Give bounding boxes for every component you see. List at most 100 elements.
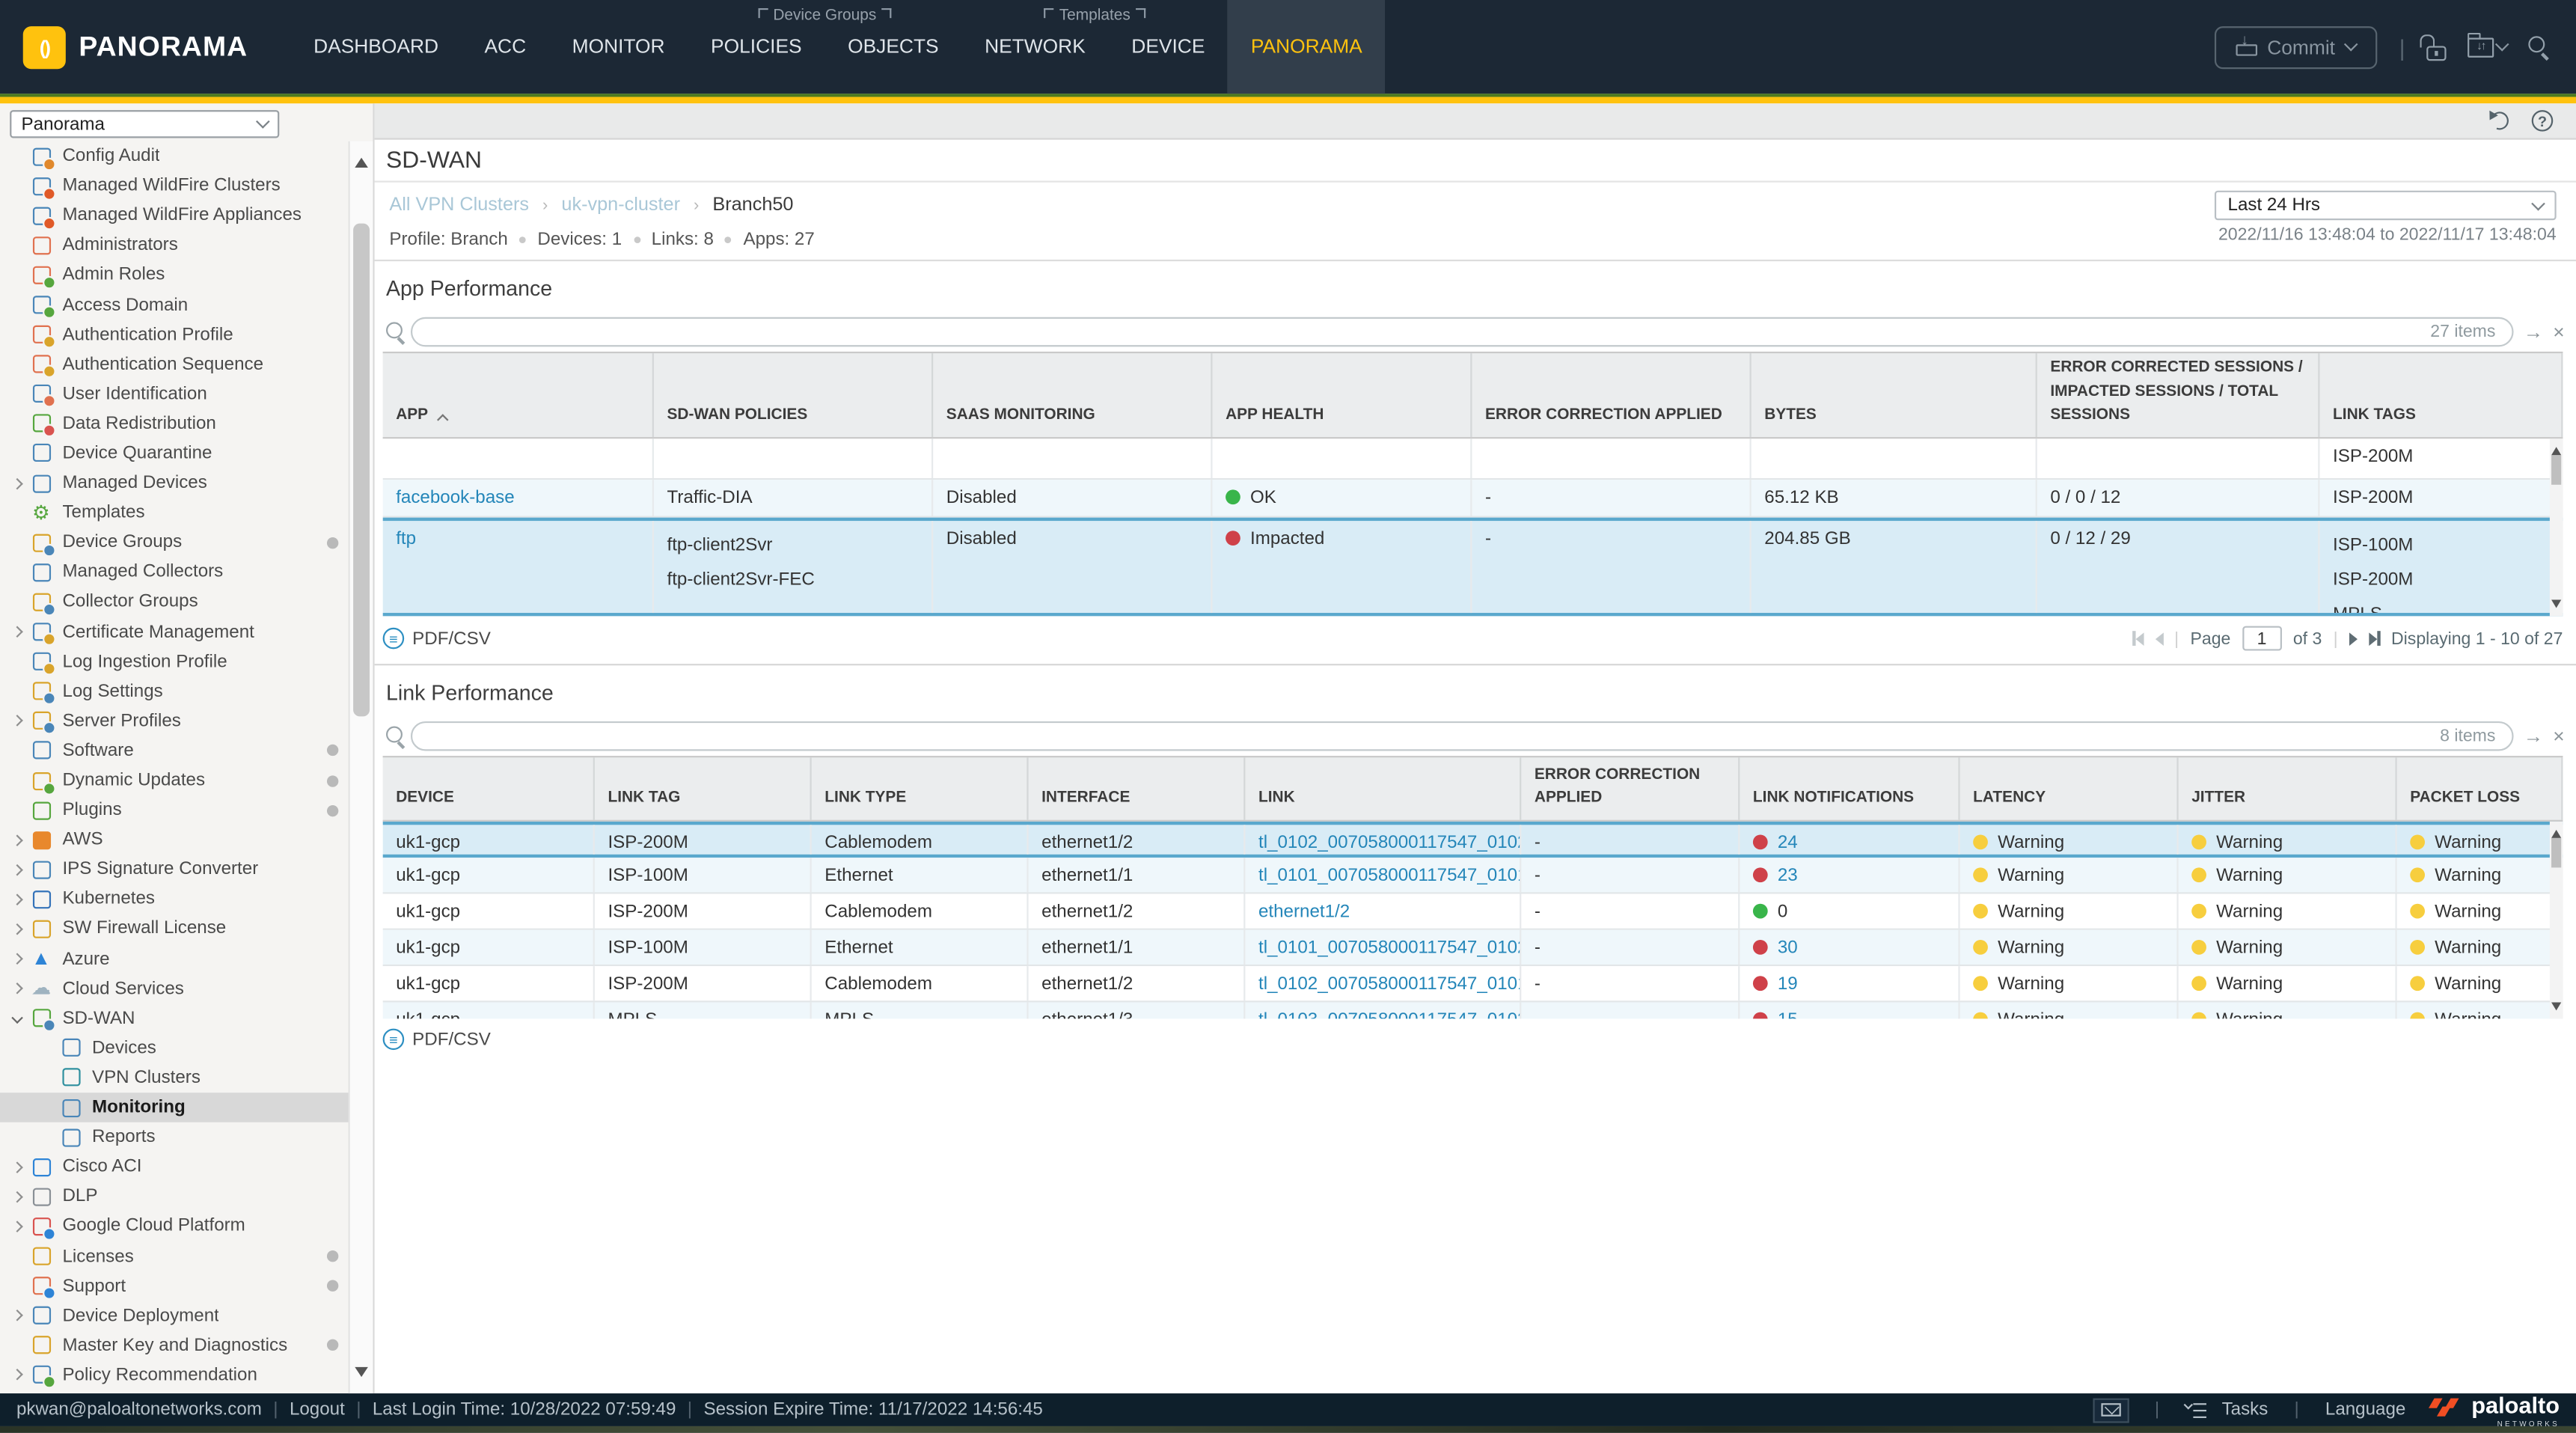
clear-filter-icon[interactable]: × — [2553, 320, 2564, 343]
cell-link[interactable]: 19 — [1778, 974, 1798, 994]
sidebar-item-authentication-sequence[interactable]: Authentication Sequence — [0, 349, 349, 379]
cell-link[interactable]: tl_0101_007058000117547_0102 — [1258, 938, 1521, 958]
sidebar-item-device-deployment[interactable]: Device Deployment — [0, 1301, 349, 1330]
cell-link[interactable]: tl_0102_007058000117547_0101 — [1258, 974, 1521, 994]
help-icon[interactable] — [2532, 110, 2554, 132]
clear-filter-icon[interactable]: × — [2553, 724, 2564, 748]
sidebar-item-device-groups[interactable]: Device Groups — [0, 528, 349, 557]
tree-expand-icon[interactable] — [10, 477, 22, 489]
refresh-icon[interactable] — [2488, 109, 2512, 132]
sidebar-item-vpn-clusters[interactable]: VPN Clusters — [0, 1063, 349, 1093]
column-header[interactable]: ERROR CORRECTION APPLIED — [1521, 757, 1740, 819]
sidebar-item-administrators[interactable]: Administrators — [0, 230, 349, 260]
cell-link[interactable]: tl_0102_007058000117547_0102 — [1258, 833, 1521, 852]
column-header[interactable]: BYTES — [1752, 353, 2037, 437]
scroll-down-icon[interactable] — [2551, 1002, 2561, 1015]
table-row[interactable]: ftpftp-client2Svrftp-client2Svr-FECDisab… — [383, 518, 2563, 617]
sidebar-item-log-settings[interactable]: Log Settings — [0, 676, 349, 706]
sidebar-item-certificate-management[interactable]: Certificate Management — [0, 617, 349, 647]
unlock-icon[interactable] — [2426, 45, 2446, 60]
column-header[interactable]: ERROR CORRECTED SESSIONS / IMPACTED SESS… — [2037, 353, 2320, 437]
table-scrollbar[interactable] — [2550, 439, 2563, 616]
app-pdf-csv-button[interactable]: PDF/CSV — [383, 628, 491, 650]
sidebar-item-master-key-and-diagnostics[interactable]: Master Key and Diagnostics — [0, 1330, 349, 1360]
sidebar-item-cisco-aci[interactable]: Cisco ACI — [0, 1152, 349, 1182]
link-search-input[interactable]: 8 items — [411, 721, 2514, 751]
scroll-up-icon[interactable] — [355, 151, 368, 168]
device-context-select[interactable]: Panorama — [10, 110, 279, 138]
table-row[interactable]: uk1-gcpMPLSMPLSethernet1/3tl_0103_007058… — [383, 1002, 2563, 1018]
cell-link[interactable]: ftp — [396, 529, 416, 549]
sidebar-item-dynamic-updates[interactable]: Dynamic Updates — [0, 766, 349, 795]
cell-link[interactable]: ethernet1/2 — [1258, 902, 1350, 921]
table-row[interactable]: uk1-gcpISP-200MCablemodemethernet1/2ethe… — [383, 894, 2563, 930]
column-header[interactable]: JITTER — [2179, 757, 2397, 819]
apply-filter-icon[interactable]: → — [2524, 320, 2543, 343]
link-pdf-csv-button[interactable]: PDF/CSV — [383, 1029, 491, 1051]
column-header[interactable]: LINK TAG — [595, 757, 812, 819]
scroll-down-icon[interactable] — [2551, 599, 2561, 613]
tree-expand-icon[interactable] — [10, 626, 22, 638]
tree-expand-icon[interactable] — [10, 715, 22, 727]
tree-expand-icon[interactable] — [10, 1191, 22, 1203]
tasks-button[interactable]: Tasks — [2222, 1400, 2268, 1420]
sidebar-item-policy-recommendation[interactable]: Policy Recommendation — [0, 1360, 349, 1390]
sidebar-item-managed-devices[interactable]: Managed Devices — [0, 468, 349, 498]
tree-collapse-icon[interactable] — [10, 1012, 22, 1024]
sidebar-item-devices[interactable]: Devices — [0, 1033, 349, 1063]
sidebar-item-reports[interactable]: Reports — [0, 1122, 349, 1152]
scroll-down-icon[interactable] — [355, 1367, 368, 1384]
sidebar-item-access-domain[interactable]: Access Domain — [0, 290, 349, 320]
sidebar-item-dlp[interactable]: DLP — [0, 1182, 349, 1212]
apply-filter-icon[interactable]: → — [2524, 724, 2543, 748]
sidebar-item-licenses[interactable]: Licenses — [0, 1241, 349, 1271]
sidebar-item-device-quarantine[interactable]: Device Quarantine — [0, 439, 349, 468]
sidebar-item-log-ingestion-profile[interactable]: Log Ingestion Profile — [0, 647, 349, 676]
column-header[interactable]: APP — [383, 353, 654, 437]
page-number-input[interactable] — [2242, 626, 2282, 651]
cell-link[interactable]: tl_0103_007058000117547_0103 — [1258, 1010, 1521, 1018]
time-range-select[interactable]: Last 24 Hrs — [2215, 191, 2557, 221]
tree-expand-icon[interactable] — [10, 1310, 22, 1322]
table-row[interactable]: uk1-gcpISP-200MCablemodemethernet1/2tl_0… — [383, 822, 2563, 858]
sidebar-item-admin-roles[interactable]: Admin Roles — [0, 260, 349, 290]
sidebar-item-aws[interactable]: AWS — [0, 825, 349, 855]
nav-item-monitor[interactable]: MONITOR — [549, 0, 688, 94]
sidebar-item-ips-signature-converter[interactable]: IPS Signature Converter — [0, 855, 349, 884]
sidebar-item-managed-wildfire-appliances[interactable]: Managed WildFire Appliances — [0, 201, 349, 230]
global-search-icon[interactable] — [2528, 36, 2550, 58]
scrollbar-thumb[interactable] — [2551, 455, 2561, 485]
sidebar-item-templates[interactable]: ⚙Templates — [0, 498, 349, 528]
nav-item-acc[interactable]: ACC — [462, 0, 549, 94]
column-header[interactable]: DEVICE — [383, 757, 595, 819]
sidebar-item-plugins[interactable]: Plugins — [0, 795, 349, 825]
column-header[interactable]: SD-WAN POLICIES — [654, 353, 933, 437]
table-row[interactable]: uk1-gcpISP-100MEthernetethernet1/1tl_010… — [383, 930, 2563, 966]
scrollbar-thumb[interactable] — [353, 224, 370, 717]
sidebar-item-kubernetes[interactable]: Kubernetes — [0, 884, 349, 914]
next-page-button[interactable] — [2349, 632, 2358, 645]
column-header[interactable]: SAAS MONITORING — [933, 353, 1212, 437]
sidebar-item-config-audit[interactable]: Config Audit — [0, 141, 349, 171]
sidebar-item-user-identification[interactable]: User Identification — [0, 379, 349, 409]
breadcrumb-all-vpn-clusters[interactable]: All VPN Clusters — [389, 195, 529, 215]
column-header[interactable]: LINK TYPE — [812, 757, 1029, 819]
sidebar-item-azure[interactable]: ▲Azure — [0, 944, 349, 974]
last-page-button[interactable] — [2369, 631, 2379, 646]
cell-link[interactable]: 30 — [1778, 938, 1798, 958]
tree-expand-icon[interactable] — [10, 983, 22, 994]
sidebar-item-server-profiles[interactable]: Server Profiles — [0, 706, 349, 736]
scroll-up-icon[interactable] — [2551, 442, 2561, 456]
sidebar-item-managed-collectors[interactable]: Managed Collectors — [0, 557, 349, 587]
table-row[interactable]: ISP-200M — [383, 439, 2563, 480]
tree-expand-icon[interactable] — [10, 864, 22, 876]
config-export-button[interactable] — [2468, 37, 2507, 56]
column-header[interactable]: INTERFACE — [1029, 757, 1246, 819]
table-row[interactable]: uk1-gcpISP-200MCablemodemethernet1/2tl_0… — [383, 966, 2563, 1002]
app-search-input[interactable]: 27 items — [411, 317, 2514, 347]
column-header[interactable]: PACKET LOSS — [2397, 757, 2563, 819]
breadcrumb-uk-vpn-cluster[interactable]: uk-vpn-cluster — [561, 195, 680, 215]
logout-link[interactable]: Logout — [290, 1400, 345, 1420]
column-header[interactable]: ERROR CORRECTION APPLIED — [1472, 353, 1751, 437]
sidebar-item-managed-wildfire-clusters[interactable]: Managed WildFire Clusters — [0, 171, 349, 201]
